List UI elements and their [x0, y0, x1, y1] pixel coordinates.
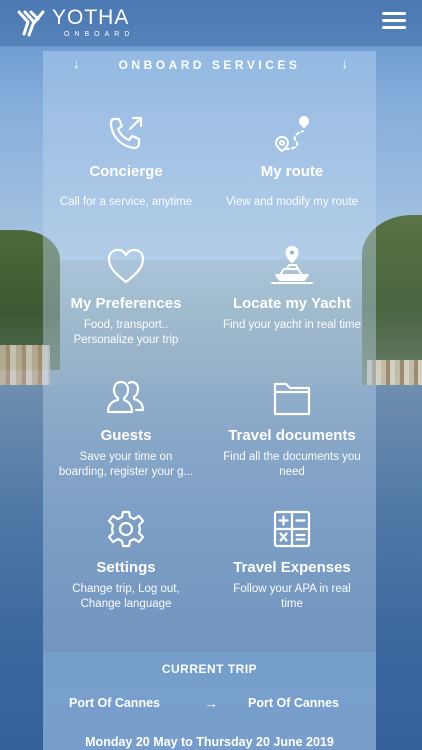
onboard-services-panel: ↓ ONBOARD SERVICES ↓ Concierge Call for …	[43, 51, 376, 750]
gear-icon	[107, 510, 145, 548]
tile-travel-documents[interactable]: Travel documents Find all the documents …	[209, 371, 375, 480]
tile-title: Concierge	[89, 163, 163, 180]
tile-description: View and modify my route	[225, 196, 359, 208]
tile-description: Save your time on boarding, register you…	[58, 451, 194, 478]
tile-settings[interactable]: Settings Change trip, Log out, Change la…	[43, 503, 209, 612]
tile-title: Guests	[100, 427, 152, 444]
tile-concierge[interactable]: Concierge Call for a service, anytime	[43, 107, 209, 210]
tile-title: Locate my Yacht	[232, 295, 352, 312]
phone-call-icon	[109, 116, 143, 150]
guests-icon	[106, 380, 145, 414]
departure-port: Port Of Cannes	[69, 696, 160, 710]
tile-title: Travel Expenses	[233, 559, 351, 576]
panel-header: ↓ ONBOARD SERVICES ↓	[43, 51, 376, 79]
tile-description: Find your yacht in real time	[222, 319, 362, 331]
tile-description: Change trip, Log out, Change language	[72, 583, 180, 610]
tile-locate-my-yacht[interactable]: Locate my Yacht Find your yacht in real …	[209, 239, 375, 333]
tile-description: Find all the documents you need	[223, 451, 361, 478]
current-trip-header[interactable]: CURRENT TRIP	[43, 652, 376, 686]
tile-description: Food, transport.. Personalize your trip	[73, 319, 179, 346]
tile-guests[interactable]: Guests Save your time on boarding, regis…	[43, 371, 209, 480]
yacht-location-icon	[271, 246, 313, 284]
arrow-down-icon: ↓	[341, 56, 349, 71]
trip-dates: Monday 20 May to Thursday 20 June 2019	[85, 735, 334, 749]
tile-title: Settings	[96, 559, 156, 576]
tile-my-preferences[interactable]: My Preferences Food, transport.. Persona…	[43, 239, 209, 348]
app-logo[interactable]: YOTHA ONBOARD	[16, 7, 134, 38]
folder-icon	[273, 382, 311, 416]
heart-icon	[107, 248, 145, 284]
panel-title: ONBOARD SERVICES	[118, 58, 301, 72]
logo-name: YOTHA	[52, 6, 130, 29]
tile-my-route[interactable]: My route View and modify my route	[209, 107, 375, 210]
app-header: YOTHA ONBOARD	[0, 0, 422, 46]
tile-title: Travel documents	[228, 427, 356, 444]
tile-title: My route	[260, 163, 324, 180]
current-trip-route[interactable]: Port Of Cannes → Port Of Cannes Monday 2…	[43, 686, 376, 750]
tile-title: My Preferences	[70, 295, 182, 312]
yotha-logo-icon	[17, 10, 45, 36]
tile-description: Follow your APA in real time	[233, 583, 351, 610]
logo-subtitle: ONBOARD	[64, 31, 135, 38]
calculator-icon	[273, 510, 311, 548]
current-trip-label: CURRENT TRIP	[161, 662, 258, 676]
arrow-down-icon: ↓	[73, 56, 80, 71]
arrow-right-icon: →	[204, 695, 218, 711]
arrival-port: Port Of Cannes	[248, 696, 339, 710]
tile-travel-expenses[interactable]: Travel Expenses Follow your APA in real …	[209, 503, 375, 612]
hamburger-menu-icon[interactable]	[382, 12, 406, 32]
route-pin-icon	[275, 116, 309, 152]
tile-description: Call for a service, anytime	[59, 196, 193, 208]
